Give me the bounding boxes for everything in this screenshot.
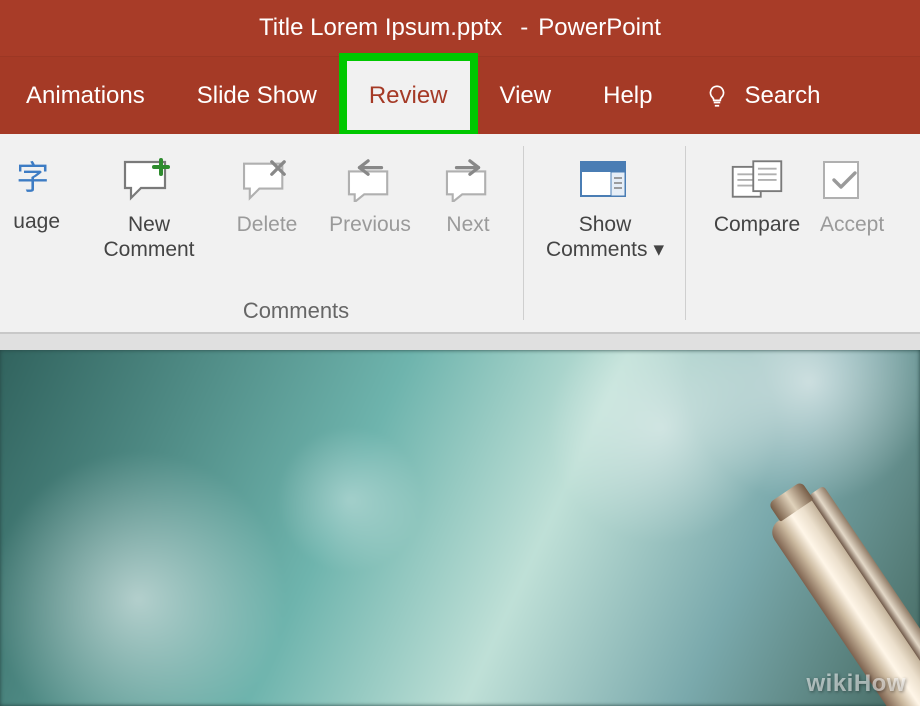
accept-icon bbox=[820, 150, 876, 202]
new-comment-button[interactable]: New Comment bbox=[84, 148, 214, 288]
previous-comment-button[interactable]: Previous bbox=[320, 148, 420, 288]
ribbon: 字 uage New Comment bbox=[0, 134, 920, 334]
ribbon-tabs: Animations Slide Show Review View Help S… bbox=[0, 56, 920, 134]
tab-search[interactable]: Search bbox=[678, 57, 846, 134]
slide-canvas[interactable]: wikiHow bbox=[0, 350, 920, 706]
tab-view[interactable]: View bbox=[474, 57, 578, 134]
language-group-partial: 字 uage bbox=[0, 134, 68, 332]
chevron-down-icon: ▾ bbox=[653, 237, 664, 262]
compare-icon bbox=[729, 150, 785, 202]
comments-group-label: Comments bbox=[68, 298, 524, 324]
compare-group: Compare Accept bbox=[686, 134, 920, 332]
title-separator: - bbox=[520, 14, 528, 42]
language-button[interactable]: 字 uage bbox=[0, 148, 60, 288]
show-comments-button[interactable]: Show Comments▾ bbox=[540, 148, 670, 288]
show-comments-icon bbox=[577, 150, 633, 202]
watermark: wikiHow bbox=[806, 670, 906, 698]
language-icon: 字 bbox=[0, 148, 60, 200]
tab-slide-show[interactable]: Slide Show bbox=[171, 57, 343, 134]
tab-help[interactable]: Help bbox=[577, 57, 678, 134]
lightbulb-icon bbox=[704, 83, 730, 109]
svg-text:字: 字 bbox=[16, 160, 49, 197]
document-title: Title Lorem Ipsum.pptx bbox=[259, 14, 502, 42]
next-comment-icon bbox=[440, 150, 496, 202]
compare-button[interactable]: Compare bbox=[702, 148, 812, 288]
show-comments-group: Show Comments▾ bbox=[524, 134, 686, 332]
tab-animations[interactable]: Animations bbox=[0, 57, 171, 134]
title-bar: Title Lorem Ipsum.pptx - PowerPoint bbox=[0, 0, 920, 56]
app-name: PowerPoint bbox=[538, 14, 661, 42]
previous-comment-icon bbox=[342, 150, 398, 202]
new-comment-icon bbox=[121, 150, 177, 202]
next-comment-button[interactable]: Next bbox=[428, 148, 508, 288]
delete-comment-icon bbox=[239, 150, 295, 202]
accept-button[interactable]: Accept bbox=[820, 148, 910, 288]
delete-comment-button[interactable]: Delete bbox=[222, 148, 312, 288]
tab-review[interactable]: Review bbox=[343, 57, 474, 134]
comments-group: New Comment Delete bbox=[68, 134, 524, 332]
